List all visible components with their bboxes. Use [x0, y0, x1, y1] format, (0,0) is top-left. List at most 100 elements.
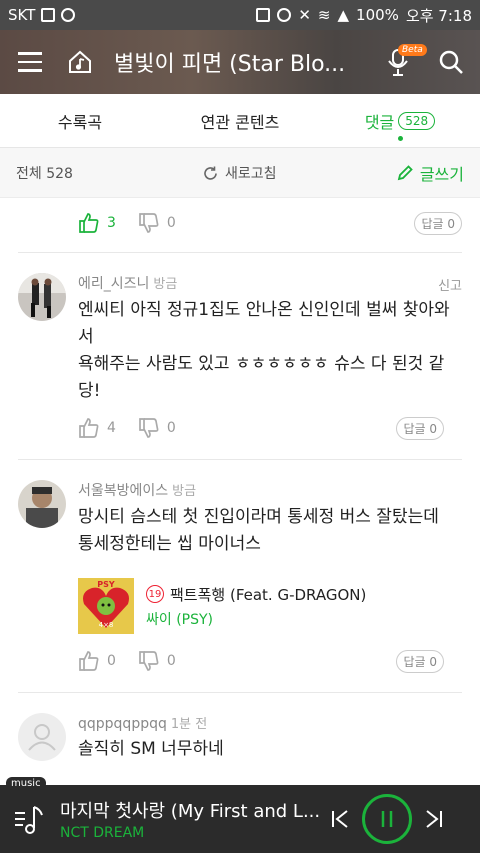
comment-item: 에리_시즈니 방금 신고 엔씨티 아직 정규1집도 안나온 신인인데 벌써 찾아와…: [0, 253, 480, 451]
comment-time: 방금: [172, 484, 197, 499]
data-saver-icon: [277, 8, 292, 22]
song-artist[interactable]: 싸이 (PSY): [146, 609, 366, 629]
notification-icon: [61, 8, 76, 22]
tab-label: 댓글: [364, 112, 395, 132]
reply-button[interactable]: 답글 0: [396, 650, 444, 673]
refresh-button[interactable]: 새로고침: [202, 148, 277, 198]
album-label: PSY: [97, 580, 115, 589]
attached-song[interactable]: 4×8 PSY 19 팩트폭행 (Feat. G-DRAGON) 싸이 (PSY…: [78, 578, 462, 634]
wifi-icon: ≋: [317, 6, 331, 24]
voice-search-button[interactable]: Beta: [376, 30, 427, 94]
thumbs-down-icon: [139, 418, 159, 438]
home-button[interactable]: [60, 30, 100, 94]
clock-label: 오후 7:18: [405, 6, 472, 25]
reply-button[interactable]: 답글 0: [396, 417, 444, 440]
album-art: 4×8 PSY: [78, 578, 134, 634]
comment-item: 서울복방에이스 방금 망시티 슴스테 첫 진입이라며 통세정 버스 잘탔는데 통세…: [0, 460, 480, 684]
refresh-label: 새로고침: [225, 166, 277, 182]
mute-icon: ✕: [298, 6, 311, 24]
comment-count-badge: 528: [398, 111, 436, 130]
app-header: 별빛이 피면 (Star Blo... Beta: [0, 30, 480, 94]
pencil-icon: [397, 164, 413, 180]
search-button[interactable]: [426, 30, 476, 94]
search-icon: [439, 50, 463, 74]
comment-meta: qqppqqppqq 1분 전: [78, 713, 462, 732]
tab-comments[interactable]: 댓글 528: [320, 94, 480, 147]
previous-track-button[interactable]: [322, 785, 358, 853]
signal-icon: ▲: [337, 6, 350, 24]
playlist-music-icon: [15, 806, 43, 834]
comment-time: 1분 전: [170, 717, 208, 732]
battery-label: 100%: [356, 6, 399, 24]
comment-author[interactable]: qqppqqppqq: [78, 716, 167, 732]
thumbs-down-icon: [139, 651, 159, 671]
user-icon: [28, 724, 56, 751]
now-playing-title: 마지막 첫사랑 (My First and L...: [60, 801, 321, 822]
comment-text: 솔직히 SM 너무하네 다른 소속사 가수 대려다 써놓고 SM STATION…: [78, 739, 224, 759]
playlist-button[interactable]: [0, 785, 60, 853]
total-count: 전체 528: [16, 165, 73, 182]
like-button[interactable]: 0: [78, 650, 116, 672]
avatar[interactable]: [18, 273, 66, 321]
skip-next-icon: [426, 810, 442, 828]
thumbs-up-icon: [79, 651, 99, 671]
comment-meta: 에리_시즈니 방금: [78, 273, 462, 293]
like-button[interactable]: 4: [78, 417, 116, 439]
music-tag: music: [6, 777, 46, 790]
tab-label: 수록곡: [57, 112, 103, 132]
age-restriction-badge: 19: [146, 585, 164, 603]
thumbs-down-icon: [139, 213, 159, 233]
svg-text:4×8: 4×8: [99, 621, 114, 629]
comment-author[interactable]: 에리_시즈니: [78, 276, 149, 292]
comment-meta: 서울복방에이스 방금: [78, 480, 462, 500]
report-button[interactable]: 신고: [438, 275, 462, 294]
comment-actions: 0 0 답글 0: [18, 638, 462, 684]
active-tab-indicator: [398, 136, 403, 141]
dislike-button[interactable]: 0: [138, 212, 176, 234]
dislike-count: 0: [166, 215, 176, 231]
sim-icon: [256, 8, 271, 22]
carrier-label: SKT: [8, 6, 36, 24]
dislike-button[interactable]: 0: [138, 417, 176, 439]
home-icon: [69, 50, 91, 73]
tab-bar: 수록곡 연관 콘텐츠 댓글 528: [0, 94, 480, 148]
write-label: 글쓰기: [419, 164, 464, 184]
reply-button[interactable]: 답글 0: [414, 212, 462, 235]
dislike-button[interactable]: 0: [138, 650, 176, 672]
comment-actions: 4 0 답글 0: [18, 405, 462, 451]
thumbs-up-icon: [79, 418, 99, 438]
menu-button[interactable]: [0, 30, 60, 94]
comments-toolbar: 전체 528 새로고침 글쓰기: [0, 148, 480, 198]
now-playing-artist: NCT DREAM: [60, 825, 145, 841]
beta-badge: Beta: [398, 44, 427, 56]
comment-time: 방금: [153, 277, 178, 292]
pause-icon: [381, 811, 393, 827]
like-count: 3: [107, 215, 116, 231]
like-button[interactable]: 3: [78, 212, 116, 234]
comment-author[interactable]: 서울복방에이스: [78, 483, 168, 499]
comment-text: 엔씨티 아직 정규1집도 안나온 신인인데 벌써 찾아와서 욕해주는 사람도 있…: [78, 300, 450, 401]
pause-button[interactable]: [362, 794, 412, 844]
like-count: 0: [107, 653, 116, 669]
comment-text: 망시티 슴스테 첫 진입이라며 통세정 버스 잘탔는데 통세정한테는 씹 마이너…: [78, 507, 439, 554]
skip-previous-icon: [332, 810, 348, 828]
next-track-button[interactable]: [416, 785, 452, 853]
comment-list[interactable]: 3 0 답글 0 에리_시즈니 방금 신고 엔씨티 아직 정규1집도 안나온 신…: [0, 198, 480, 785]
comment-actions: 3 0 답글 0: [0, 200, 480, 246]
thumbs-up-icon: [79, 213, 99, 233]
song-title: 팩트폭행 (Feat. G-DRAGON): [170, 585, 367, 604]
write-comment-button[interactable]: 글쓰기: [396, 161, 464, 185]
comment-item: qqppqqppqq1분 전 솔직히 SM 너무하네 다른 소속사 가수 대려다…: [0, 693, 480, 785]
status-bar: SKT ✕ ≋ ▲ 100% 오후 7:18: [0, 0, 480, 30]
avatar[interactable]: [18, 480, 66, 528]
tab-tracks[interactable]: 수록곡: [0, 94, 160, 147]
gallery-icon: [41, 8, 56, 22]
dislike-count: 0: [166, 653, 176, 669]
tab-related-content[interactable]: 연관 콘텐츠: [160, 94, 320, 147]
tab-label: 연관 콘텐츠: [200, 112, 280, 132]
page-title: 별빛이 피면 (Star Blo...: [114, 52, 346, 77]
mini-player[interactable]: music 마지막 첫사랑 (My First and L... NCT DRE…: [0, 777, 480, 853]
default-avatar[interactable]: [18, 713, 66, 761]
dislike-count: 0: [166, 420, 176, 436]
like-count: 4: [107, 420, 116, 436]
